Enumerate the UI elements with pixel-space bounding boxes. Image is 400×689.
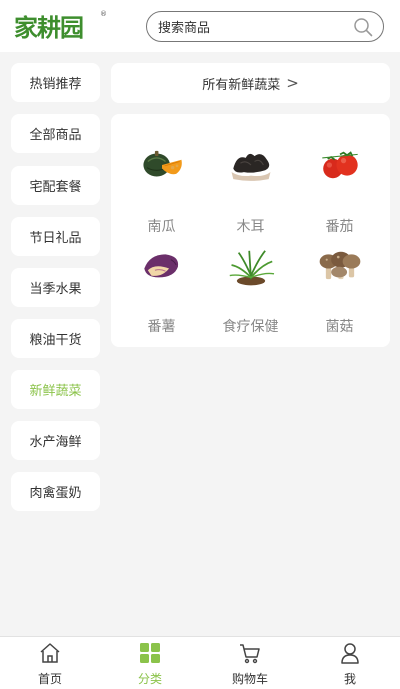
sidebar-item-label: 当季水果 bbox=[29, 282, 82, 297]
subcategory-label: 番茄 bbox=[325, 219, 354, 235]
tab-cart[interactable]: 购物车 bbox=[200, 641, 300, 689]
subcategory-label: 南瓜 bbox=[147, 219, 176, 235]
tab-home[interactable]: 首页 bbox=[0, 641, 100, 689]
home-icon bbox=[40, 643, 60, 663]
sidebar-item-label: 新鲜蔬菜 bbox=[29, 384, 82, 399]
cart-icon bbox=[240, 644, 260, 664]
subcategory-label: 番薯 bbox=[147, 319, 176, 335]
search-bar[interactable]: 搜索商品 bbox=[146, 11, 384, 42]
sidebar-item-delivery-package[interactable]: 宅配套餐 bbox=[11, 166, 100, 205]
pumpkin-icon bbox=[142, 150, 182, 177]
sidebar-item-label: 全部商品 bbox=[29, 128, 82, 143]
sidebar-item-label: 肉禽蛋奶 bbox=[29, 486, 82, 501]
sidebar-item-grain-oil[interactable]: 粮油干货 bbox=[11, 319, 100, 358]
subcategory-label: 菌菇 bbox=[325, 319, 354, 335]
subcategory-herbal-health[interactable]: 食疗保健 bbox=[204, 236, 297, 336]
sidebar-item-hot[interactable]: 热销推荐 bbox=[11, 63, 100, 102]
sweet-potato-icon bbox=[143, 254, 178, 278]
subcategory-label: 木耳 bbox=[236, 219, 265, 235]
sidebar-item-seafood[interactable]: 水产海鲜 bbox=[11, 421, 100, 460]
tab-label: 首页 bbox=[37, 672, 62, 686]
search-icon[interactable] bbox=[353, 17, 373, 37]
tab-label: 我 bbox=[343, 672, 356, 686]
header: 家耕园 ® 搜索商品 bbox=[0, 0, 400, 52]
brand-logo[interactable]: 家耕园 ® bbox=[14, 8, 107, 42]
registered-mark: ® bbox=[100, 10, 107, 18]
sidebar-item-fresh-vegetables[interactable]: 新鲜蔬菜 bbox=[11, 370, 100, 409]
bottom-tab-bar: 首页 分类 购物车 我 bbox=[0, 636, 400, 689]
search-input[interactable]: 搜索商品 bbox=[158, 17, 210, 36]
sidebar-item-label: 水产海鲜 bbox=[29, 435, 82, 450]
all-link-label: 所有新鲜蔬菜 bbox=[202, 77, 281, 93]
subcategory-sweet-potato[interactable]: 番薯 bbox=[115, 236, 208, 336]
tab-label: 分类 bbox=[137, 672, 162, 686]
mushroom-icon bbox=[319, 251, 360, 280]
brand-logo-text: 家耕园 bbox=[14, 12, 84, 42]
subcategory-wood-ear[interactable]: 木耳 bbox=[204, 136, 297, 236]
sidebar-item-label: 节日礼品 bbox=[29, 231, 82, 246]
category-icon bbox=[140, 643, 160, 663]
sidebar-item-seasonal-fruit[interactable]: 当季水果 bbox=[11, 268, 100, 307]
tab-me[interactable]: 我 bbox=[300, 641, 400, 689]
sidebar-item-festival-gifts[interactable]: 节日礼品 bbox=[11, 217, 100, 256]
subcategory-tomato[interactable]: 番茄 bbox=[293, 136, 386, 236]
all-fresh-vegetables-link[interactable]: 所有新鲜蔬菜 > bbox=[111, 63, 390, 103]
sidebar-item-label: 粮油干货 bbox=[29, 333, 82, 348]
herb-plant-icon bbox=[229, 250, 274, 286]
user-icon bbox=[341, 643, 359, 664]
sidebar-item-label: 宅配套餐 bbox=[29, 180, 82, 195]
subcategory-mushroom[interactable]: 菌菇 bbox=[293, 236, 386, 336]
sidebar-item-meat-eggs-dairy[interactable]: 肉禽蛋奶 bbox=[11, 472, 100, 511]
chevron-right-icon: > bbox=[286, 74, 299, 92]
subcategory-pumpkin[interactable]: 南瓜 bbox=[115, 136, 208, 236]
sidebar-item-label: 热销推荐 bbox=[29, 77, 82, 92]
sidebar-item-all[interactable]: 全部商品 bbox=[11, 114, 100, 153]
subcategory-label: 食疗保健 bbox=[222, 319, 279, 335]
tomato-icon bbox=[321, 151, 358, 179]
wood-ear-icon bbox=[231, 153, 270, 181]
tab-category[interactable]: 分类 bbox=[100, 641, 200, 689]
tab-label: 购物车 bbox=[231, 672, 268, 686]
subcategory-grid: 南瓜 木耳 番茄 番薯 食疗保健 菌菇 bbox=[111, 114, 390, 347]
